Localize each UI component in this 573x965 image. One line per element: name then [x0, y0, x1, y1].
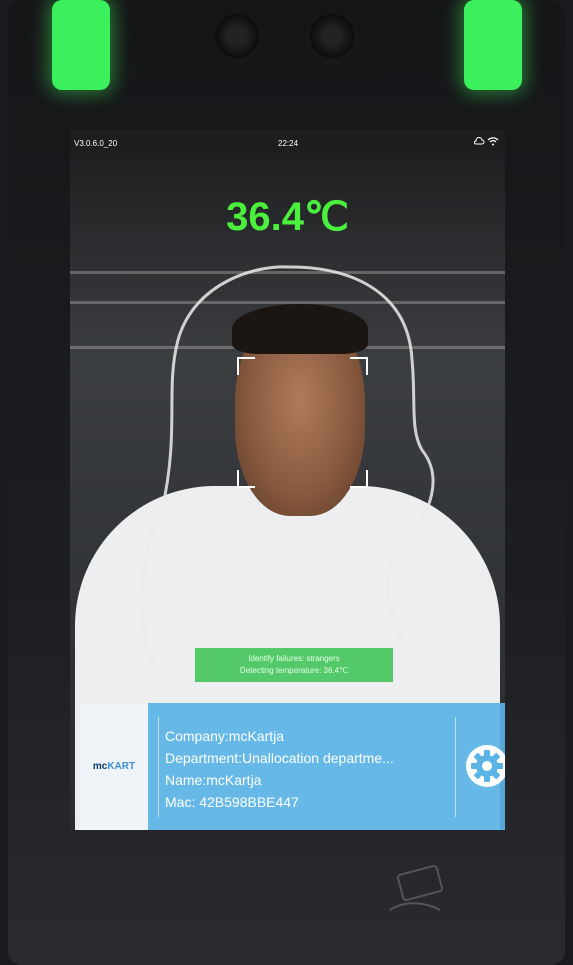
identify-status: Identify failures: strangers — [248, 654, 340, 663]
face-frame-corner — [350, 470, 368, 488]
panel-divider — [455, 717, 456, 817]
panel-divider — [158, 717, 159, 817]
detected-temperature: Detecting temperature: 36.4℃ — [239, 666, 349, 675]
settings-button[interactable] — [464, 743, 505, 789]
card-reader-icon — [389, 864, 444, 911]
right-indicator-light — [464, 0, 522, 90]
left-indicator-light — [52, 0, 110, 90]
face-frame-corner — [350, 357, 368, 375]
camera-lens — [215, 14, 259, 58]
user-info: Company:mcKartja Department:Unallocation… — [165, 725, 450, 813]
face-frame-corner — [237, 470, 255, 488]
recognition-message: Identify failures: strangers Detecting t… — [195, 648, 393, 682]
info-panel: mc KART Company:mcKartja Department:Unall… — [80, 703, 505, 830]
brand-logo: mc KART — [80, 703, 148, 830]
company-label: Company:mcKartja — [165, 728, 285, 744]
logo-text-mc: mc — [92, 761, 108, 772]
department-label: Department:Unallocation departme... — [165, 750, 394, 766]
face-frame-corner — [237, 357, 255, 375]
mac-label: Mac: 42B598BBE447 — [165, 794, 299, 810]
ir-sensor — [310, 14, 354, 58]
name-label: Name:mcKartja — [165, 772, 262, 788]
device-screen: V3.0.6.0_20 22:24 36.4℃ Identify failure… — [70, 130, 505, 830]
logo-text-kart: KART — [107, 761, 136, 772]
gear-icon — [466, 745, 505, 787]
